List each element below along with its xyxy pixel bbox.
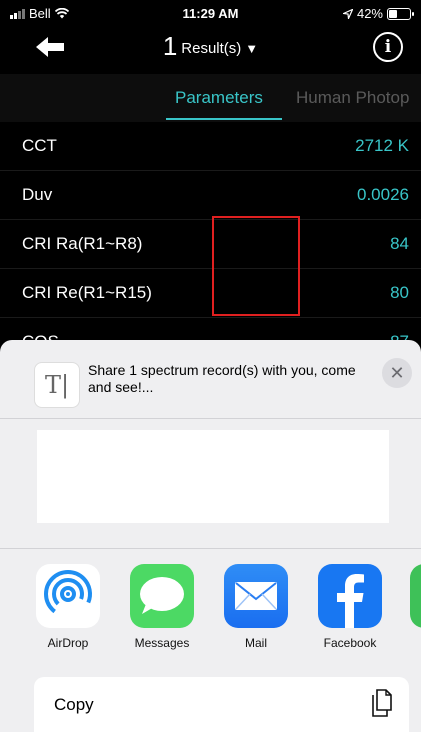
results-selector[interactable]: 1 Result(s) ▼ [0, 32, 421, 60]
param-row-duv: Duv 0.0026 [0, 171, 421, 220]
airdrop-icon [36, 564, 100, 628]
share-app-row: AirDrop Messages Mail Facebook [0, 564, 421, 656]
tab-parameters[interactable]: Parameters [175, 88, 263, 108]
location-icon [342, 8, 353, 19]
mail-icon [224, 564, 288, 628]
param-name: CRI Re(R1~R15) [22, 283, 152, 302]
nav-bar: 1 Result(s) ▼ i [0, 26, 421, 70]
app-label: Mail [244, 636, 267, 650]
info-icon[interactable]: i [373, 32, 403, 62]
tab-bar: Parameters Human Photop [0, 74, 421, 122]
copy-label: Copy [54, 695, 94, 714]
result-count: 1 [162, 31, 178, 61]
app-label: Messages [134, 636, 190, 650]
share-app-mail[interactable]: Mail [211, 564, 301, 650]
param-row-cri-ra: CRI Ra(R1~R8) 84 [0, 220, 421, 269]
param-value: 80 [390, 283, 409, 302]
status-bar: Bell 11:29 AM 42% [0, 0, 421, 26]
param-row-cri-re: CRI Re(R1~R15) 80 [0, 269, 421, 318]
close-icon[interactable]: ✕ [382, 358, 412, 388]
app-partial-icon [410, 564, 421, 628]
battery-percent: 42% [356, 6, 383, 21]
active-tab-indicator [166, 118, 282, 120]
share-app-facebook[interactable]: Facebook [305, 564, 395, 650]
param-value: 84 [390, 234, 409, 253]
tab-human-photopic[interactable]: Human Photop [296, 88, 409, 108]
app-label: AirDrop [47, 636, 89, 650]
share-message: Share 1 spectrum record(s) with you, com… [88, 362, 356, 395]
share-app-messages[interactable]: Messages [117, 564, 207, 650]
text-document-icon: T| [34, 362, 80, 408]
divider [0, 548, 421, 549]
share-preview [37, 430, 389, 523]
share-app-airdrop[interactable]: AirDrop [23, 564, 113, 650]
messages-icon [130, 564, 194, 628]
highlight-box [212, 216, 300, 316]
app-label: Facebook [323, 636, 377, 650]
share-app-more[interactable] [410, 564, 421, 628]
param-name: CCT [22, 136, 57, 155]
share-header: T| Share 1 spectrum record(s) with you, … [0, 340, 421, 419]
caret-down-icon: ▼ [245, 41, 259, 56]
battery-level [389, 9, 397, 18]
param-row-cct: CCT 2712 K [0, 122, 421, 171]
facebook-icon [318, 564, 382, 628]
battery-icon [387, 7, 414, 20]
result-label: Result(s) [181, 40, 242, 57]
param-value: 0.0026 [357, 185, 409, 204]
copy-action[interactable]: Copy [34, 677, 409, 732]
param-name: CRI Ra(R1~R8) [22, 234, 143, 253]
copy-icon [372, 689, 392, 717]
param-value: 2712 K [355, 136, 409, 155]
share-sheet: T| Share 1 spectrum record(s) with you, … [0, 340, 421, 732]
parameter-list: CCT 2712 K Duv 0.0026 CRI Ra(R1~R8) 84 C… [0, 122, 421, 367]
param-name: Duv [22, 185, 53, 204]
